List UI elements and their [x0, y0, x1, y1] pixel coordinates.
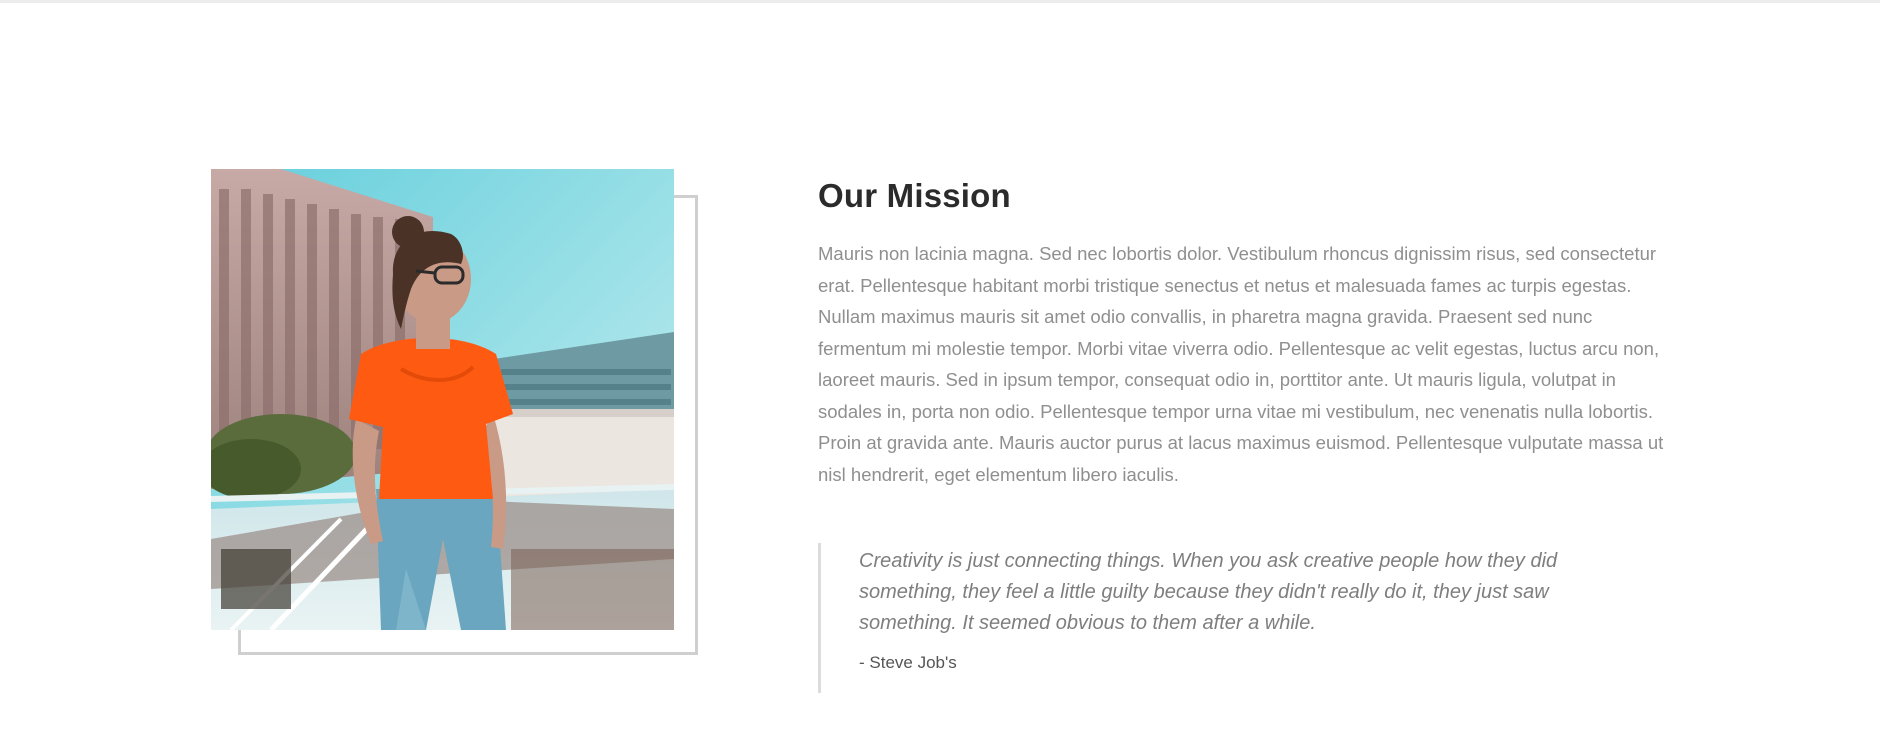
quote-text: Creativity is just connecting things. Wh…: [859, 550, 1558, 634]
quote-author: - Steve Job's: [859, 653, 957, 672]
woman-photo-illustration: [211, 169, 674, 630]
quote-block: Creativity is just connecting things. Wh…: [818, 543, 1598, 693]
mission-content: Our Mission Mauris non lacinia magna. Se…: [818, 170, 1668, 490]
mission-paragraph: Mauris non lacinia magna. Sed nec lobort…: [818, 243, 1664, 485]
top-divider: [0, 0, 1880, 3]
mission-title: Our Mission: [818, 177, 1011, 214]
mission-section: Our Mission Mauris non lacinia magna. Se…: [0, 0, 1880, 746]
mission-photo: [211, 169, 674, 630]
